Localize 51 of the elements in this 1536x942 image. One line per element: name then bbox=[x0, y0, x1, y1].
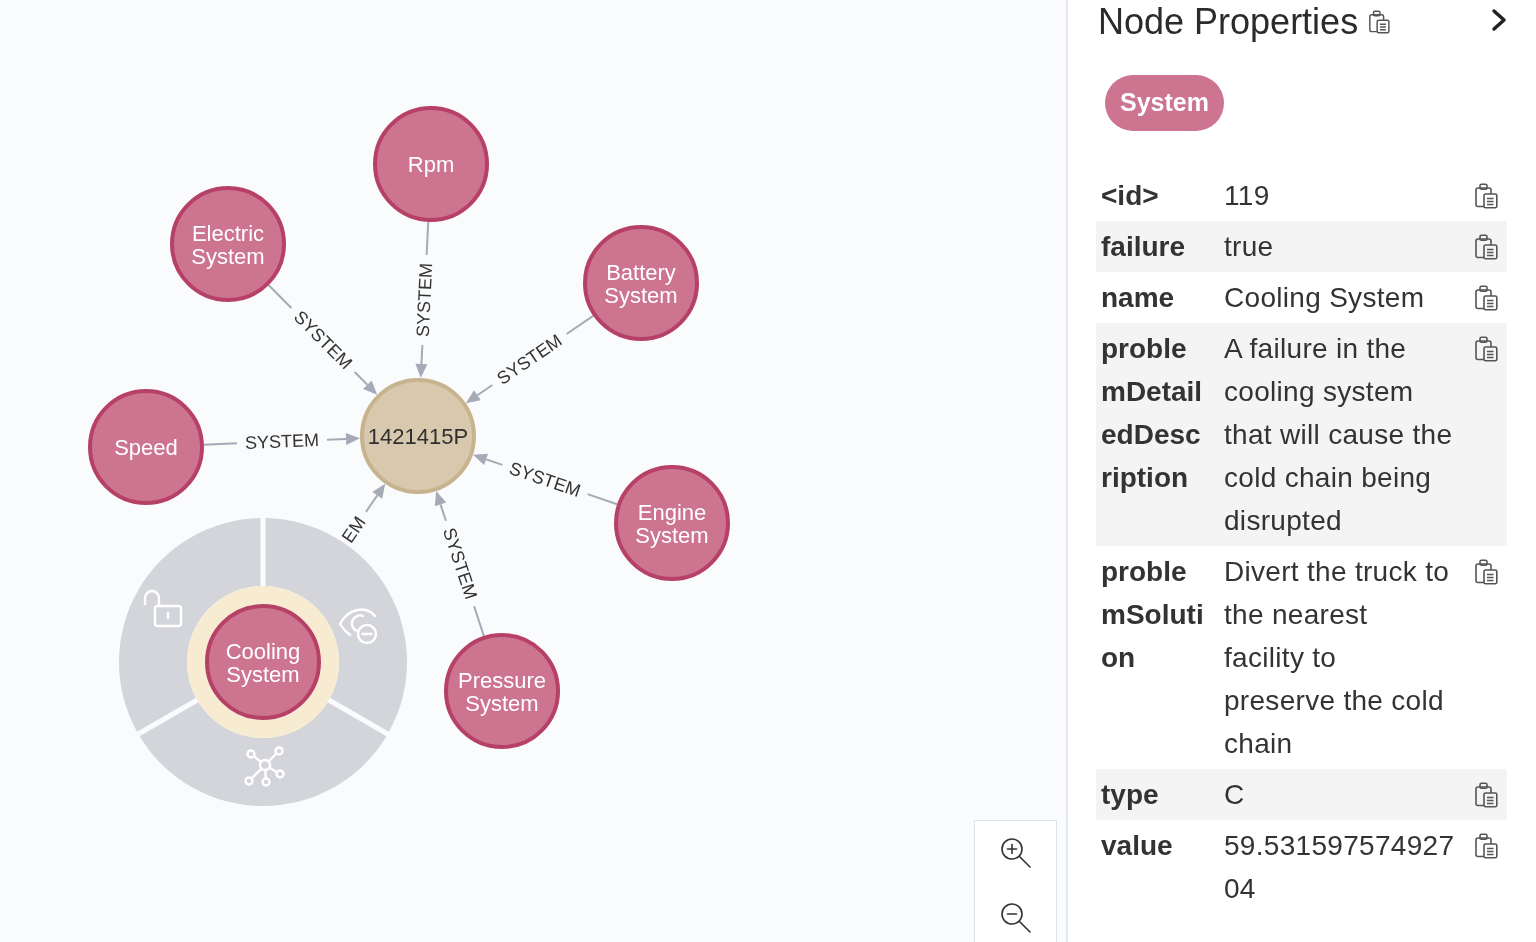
graph-node[interactable] bbox=[444, 633, 560, 749]
property-key: failure bbox=[1101, 225, 1205, 268]
zoom-in-icon[interactable] bbox=[1000, 838, 1031, 868]
node-label: Cooling System bbox=[225, 638, 301, 687]
node-label: Engine System bbox=[635, 499, 709, 548]
property-key: <id> bbox=[1101, 174, 1205, 217]
panel-title: Node Properties bbox=[1098, 0, 1359, 44]
graph-node[interactable] bbox=[583, 225, 699, 341]
graph-node[interactable] bbox=[88, 389, 204, 505]
node-label: Pressure System bbox=[458, 667, 546, 716]
graph-node[interactable] bbox=[614, 465, 730, 581]
node-label: Speed bbox=[114, 435, 178, 460]
node-graph-icon[interactable] bbox=[244, 746, 285, 787]
edge-label: SYSTEM bbox=[244, 430, 320, 453]
property-key: value bbox=[1101, 824, 1205, 867]
edge-arrow[interactable] bbox=[415, 220, 430, 379]
clipboard-icon[interactable] bbox=[1368, 10, 1391, 34]
zoom-out-icon[interactable] bbox=[1000, 903, 1031, 933]
graph-node[interactable] bbox=[360, 378, 476, 494]
node-label: Electric System bbox=[191, 220, 265, 269]
clipboard-icon[interactable] bbox=[1474, 233, 1498, 260]
clipboard-icon[interactable] bbox=[1474, 832, 1498, 859]
label-tag[interactable]: System bbox=[1105, 75, 1224, 131]
property-key: name bbox=[1101, 276, 1205, 319]
edge-label: SYSTEM bbox=[412, 262, 437, 338]
clipboard-icon[interactable] bbox=[1474, 781, 1498, 808]
property-value: A failure in the cooling system that will cause the cold chain being disrupted bbox=[1224, 332, 1454, 538]
node-label: Battery System bbox=[604, 259, 678, 308]
edge-arrow[interactable] bbox=[472, 453, 619, 506]
property-value: Cooling System bbox=[1224, 281, 1426, 315]
graph-node[interactable] bbox=[170, 186, 286, 302]
property-value: 59.53159757492704 bbox=[1224, 829, 1455, 906]
clipboard-icon[interactable] bbox=[1474, 335, 1498, 362]
node-label: 1421415P bbox=[367, 424, 469, 449]
edge-label: EM bbox=[337, 512, 370, 547]
clipboard-icon[interactable] bbox=[1474, 558, 1498, 585]
property-value: Divert the truck to the nearest facility to preserve the cold chain bbox=[1224, 555, 1451, 761]
property-value: true bbox=[1224, 230, 1275, 264]
property-key: problemSolution bbox=[1101, 550, 1205, 679]
edge-arrow[interactable] bbox=[434, 491, 485, 637]
property-value: C bbox=[1224, 778, 1246, 812]
property-key: type bbox=[1101, 773, 1205, 816]
property-value: 119 bbox=[1224, 179, 1271, 213]
radial-menu-item[interactable] bbox=[139, 702, 387, 806]
clipboard-icon[interactable] bbox=[1474, 182, 1498, 209]
clipboard-icon[interactable] bbox=[1474, 284, 1498, 311]
node-label: Rpm bbox=[407, 152, 455, 177]
graph-node[interactable] bbox=[373, 106, 489, 222]
property-key: problemDetailedDescription bbox=[1101, 327, 1205, 499]
chevron-right-icon[interactable] bbox=[1491, 8, 1507, 32]
graph-node[interactable] bbox=[205, 604, 321, 720]
